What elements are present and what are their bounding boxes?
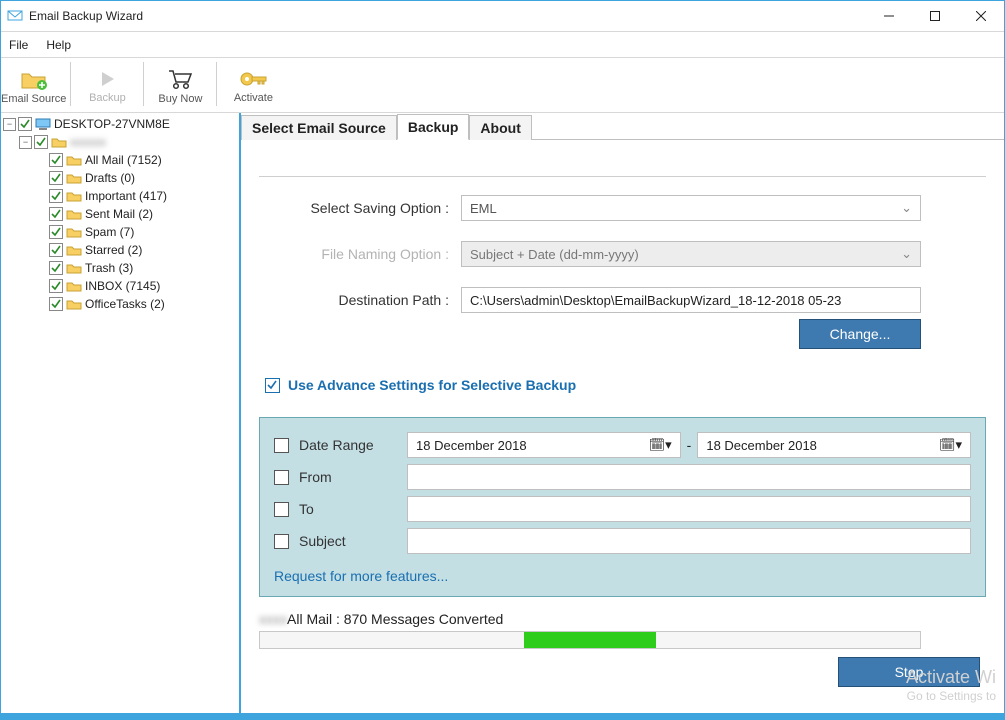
checkbox[interactable] xyxy=(49,261,63,275)
tree-node-folder[interactable]: Drafts (0) xyxy=(1,169,239,187)
folder-icon xyxy=(66,226,82,238)
tab-select-source[interactable]: Select Email Source xyxy=(241,115,397,140)
from-checkbox[interactable] xyxy=(274,470,289,485)
file-naming-label: File Naming Option : xyxy=(259,246,449,262)
calendar-icon: 🗓︎▾ xyxy=(939,437,962,453)
toolbar-email-source[interactable]: Email Source xyxy=(1,58,66,110)
close-button[interactable] xyxy=(958,1,1004,31)
subject-label: Subject xyxy=(299,533,407,549)
tree-node-root[interactable]: − DESKTOP-27VNM8E xyxy=(1,115,239,133)
tab-about[interactable]: About xyxy=(469,115,531,140)
app-icon xyxy=(7,7,23,26)
menu-file[interactable]: File xyxy=(9,38,28,52)
progress-bar xyxy=(259,631,921,649)
change-button[interactable]: Change... xyxy=(799,319,921,349)
checkbox[interactable] xyxy=(49,153,63,167)
title-bar: Email Backup Wizard xyxy=(1,1,1004,32)
folder-label: All Mail (7152) xyxy=(85,151,162,169)
saving-option-label: Select Saving Option : xyxy=(259,200,449,216)
advance-title: Use Advance Settings for Selective Backu… xyxy=(288,377,576,393)
tree-node-folder[interactable]: Important (417) xyxy=(1,187,239,205)
checkbox[interactable] xyxy=(49,207,63,221)
folder-icon xyxy=(20,68,48,93)
tree-node-account[interactable]: − xxxxxx xyxy=(1,133,239,151)
maximize-button[interactable] xyxy=(912,1,958,31)
subject-input[interactable] xyxy=(407,528,971,554)
progress-fill xyxy=(524,632,656,648)
folder-icon xyxy=(66,244,82,256)
folder-icon xyxy=(66,172,82,184)
folder-tree[interactable]: − DESKTOP-27VNM8E − xxxxxx All Mail (715… xyxy=(1,113,241,713)
tree-node-folder[interactable]: Starred (2) xyxy=(1,241,239,259)
to-checkbox[interactable] xyxy=(274,502,289,517)
folder-icon xyxy=(66,262,82,274)
to-input[interactable] xyxy=(407,496,971,522)
collapse-icon[interactable]: − xyxy=(19,136,32,149)
date-from-picker[interactable]: 18 December 2018 🗓︎▾ xyxy=(407,432,681,458)
tree-node-folder[interactable]: Spam (7) xyxy=(1,223,239,241)
folder-open-icon xyxy=(51,136,67,148)
subject-checkbox[interactable] xyxy=(274,534,289,549)
checkbox[interactable] xyxy=(49,279,63,293)
folder-icon xyxy=(66,280,82,292)
folder-label: Trash (3) xyxy=(85,259,133,277)
destination-path-label: Destination Path : xyxy=(259,292,449,308)
checkbox[interactable] xyxy=(34,135,48,149)
folder-label: Important (417) xyxy=(85,187,167,205)
tree-node-folder[interactable]: OfficeTasks (2) xyxy=(1,295,239,313)
folder-label: Drafts (0) xyxy=(85,169,135,187)
folder-label: Spam (7) xyxy=(85,223,134,241)
calendar-icon: 🗓︎▾ xyxy=(649,437,672,453)
toolbar-buy-now[interactable]: Buy Now xyxy=(148,58,212,110)
checkbox[interactable] xyxy=(49,243,63,257)
file-naming-select: Subject + Date (dd-mm-yyyy) ⌄ xyxy=(461,241,921,267)
folder-icon xyxy=(66,298,82,310)
key-icon xyxy=(238,69,268,92)
toolbar: Email Source Backup Buy Now Activate xyxy=(1,58,1004,113)
folder-label: INBOX (7145) xyxy=(85,277,160,295)
to-label: To xyxy=(299,501,407,517)
folder-label: OfficeTasks (2) xyxy=(85,295,165,313)
collapse-icon[interactable]: − xyxy=(3,118,16,131)
minimize-button[interactable] xyxy=(866,1,912,31)
checkbox[interactable] xyxy=(49,189,63,203)
from-input[interactable] xyxy=(407,464,971,490)
folder-icon xyxy=(66,190,82,202)
chevron-down-icon: ⌄ xyxy=(901,200,912,216)
play-icon xyxy=(97,69,117,92)
destination-path-input[interactable]: C:\Users\admin\Desktop\EmailBackupWizard… xyxy=(461,287,921,313)
toolbar-activate[interactable]: Activate xyxy=(221,58,285,110)
toolbar-backup[interactable]: Backup xyxy=(75,58,139,110)
menu-bar: File Help xyxy=(1,32,1004,58)
stop-button[interactable]: Stop xyxy=(838,657,980,687)
tree-node-folder[interactable]: Sent Mail (2) xyxy=(1,205,239,223)
tab-backup[interactable]: Backup xyxy=(397,114,470,140)
computer-icon xyxy=(35,118,51,130)
folder-icon xyxy=(66,208,82,220)
tree-node-folder[interactable]: Trash (3) xyxy=(1,259,239,277)
folder-icon xyxy=(66,154,82,166)
cart-icon xyxy=(167,68,193,93)
folder-label: Sent Mail (2) xyxy=(85,205,153,223)
tab-bar: Select Email Source Backup About xyxy=(241,113,1004,140)
backup-panel: Select Saving Option : EML ⌄ File Naming… xyxy=(241,140,1004,713)
tree-node-folder[interactable]: INBOX (7145) xyxy=(1,277,239,295)
window-title: Email Backup Wizard xyxy=(29,9,866,23)
status-text: xxxxAll Mail : 870 Messages Converted xyxy=(259,611,986,627)
chevron-down-icon: ⌄ xyxy=(901,246,912,262)
saving-option-select[interactable]: EML ⌄ xyxy=(461,195,921,221)
date-range-label: Date Range xyxy=(299,437,407,453)
more-features-link[interactable]: Request for more features... xyxy=(274,568,448,584)
checkbox[interactable] xyxy=(18,117,32,131)
folder-label: Starred (2) xyxy=(85,241,142,259)
checkbox[interactable] xyxy=(49,171,63,185)
checkbox[interactable] xyxy=(49,225,63,239)
date-range-checkbox[interactable] xyxy=(274,438,289,453)
tree-node-folder[interactable]: All Mail (7152) xyxy=(1,151,239,169)
checkbox[interactable] xyxy=(49,297,63,311)
advance-checkbox[interactable] xyxy=(265,378,280,393)
menu-help[interactable]: Help xyxy=(46,38,71,52)
from-label: From xyxy=(299,469,407,485)
date-to-picker[interactable]: 18 December 2018 🗓︎▾ xyxy=(697,432,971,458)
